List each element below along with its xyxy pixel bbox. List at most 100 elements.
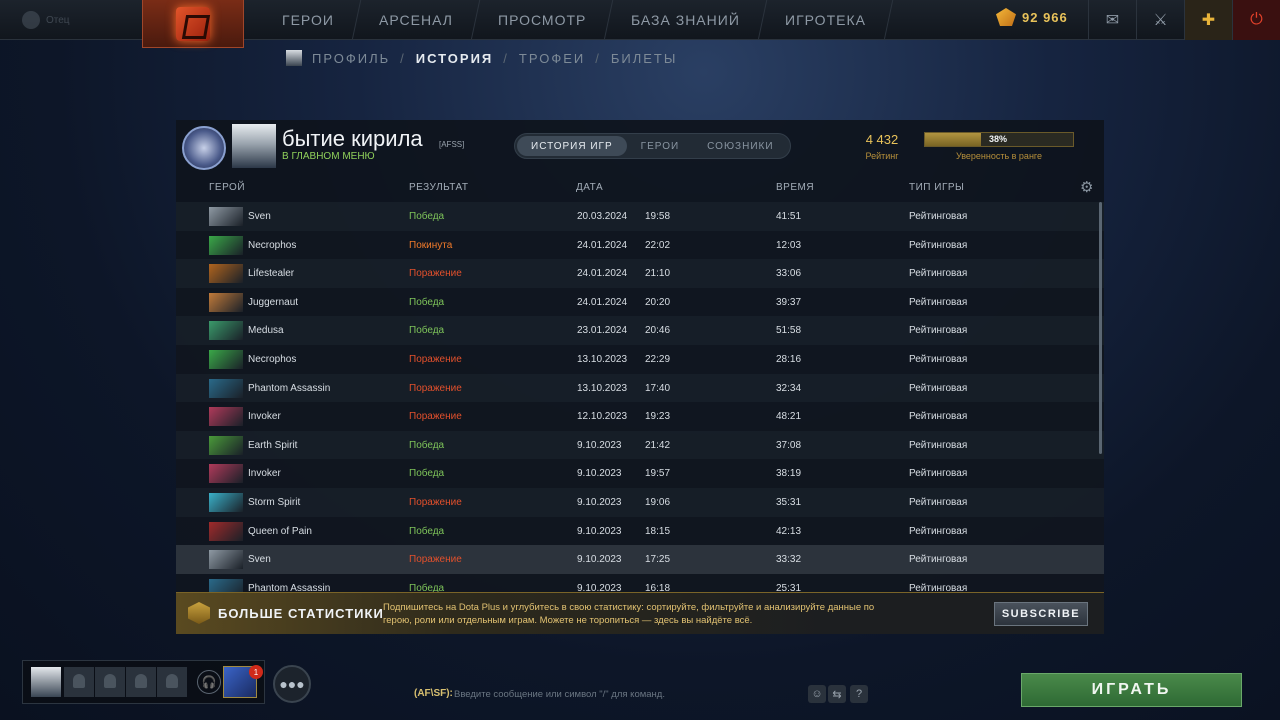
nav-knowledge-base[interactable]: БАЗА ЗНАНИЙ <box>604 0 768 40</box>
top-right-icons: ✉ ⚔ ✚ ⏻ <box>1088 0 1280 40</box>
party-slot-empty[interactable] <box>64 667 94 697</box>
match-duration: 25:31 <box>776 582 802 592</box>
match-duration: 42:13 <box>776 525 802 537</box>
subnav-tickets[interactable]: БИЛЕТЫ <box>611 51 678 66</box>
profile-icon <box>22 11 40 29</box>
match-result: Покинута <box>409 239 453 251</box>
emoji-icon[interactable]: ☺ <box>808 685 826 703</box>
chat-channel[interactable]: (AF\SF): <box>414 688 453 699</box>
armory-icon[interactable]: ⚔ <box>1136 0 1184 40</box>
table-row[interactable]: Sven Победа 20.03.2024 19:58 41:51 Рейтингова… <box>176 202 1104 231</box>
hero-name: Sven <box>248 554 271 566</box>
main-nav: ГЕРОИ АРСЕНАЛ ПРОСМОТР БАЗА ЗНАНИЙ ИГРОТ… <box>255 0 894 40</box>
match-duration: 51:58 <box>776 325 802 337</box>
game-type: Рейтинговая <box>909 411 968 423</box>
nav-arcade[interactable]: ИГРОТЕКА <box>758 0 894 40</box>
confidence-bar: 38% <box>924 132 1074 147</box>
match-date: 13.10.2023 <box>577 354 628 365</box>
subnav-separator: / <box>595 50 601 66</box>
subnav-profile[interactable]: ПРОФИЛЬ <box>312 51 390 66</box>
match-result: Победа <box>409 525 445 537</box>
mini-profile[interactable]: Отец <box>22 10 142 30</box>
hero-portrait-icon <box>209 264 243 284</box>
hero-portrait-icon <box>209 435 243 455</box>
table-row[interactable]: Earth Spirit Победа 9.10.2023 21:42 37:08 Рей… <box>176 430 1104 460</box>
hero-name: Necrophos <box>248 239 297 251</box>
shards-balance[interactable]: 92 966 <box>996 8 1068 26</box>
column-game-type[interactable]: ТИП ИГРЫ <box>909 182 964 193</box>
table-row[interactable]: Necrophos Покинута 24.01.2024 22:02 12:03 Рей… <box>176 230 1104 260</box>
gear-icon[interactable]: ⚙ <box>1080 180 1096 196</box>
match-result: Победа <box>409 439 445 451</box>
rank-medal-icon[interactable] <box>182 126 226 170</box>
party-slot-empty[interactable] <box>126 667 156 697</box>
column-result[interactable]: РЕЗУЛЬТАТ <box>409 182 468 193</box>
nav-heroes[interactable]: ГЕРОИ <box>255 0 362 40</box>
column-time[interactable]: ВРЕМЯ <box>776 182 814 193</box>
match-duration: 28:16 <box>776 354 802 365</box>
dota-plus-icon[interactable]: ✚ <box>1184 0 1232 40</box>
avatar[interactable] <box>232 124 276 168</box>
hero-name: Invoker <box>248 411 281 423</box>
dota-plus-banner: БОЛЬШЕ СТАТИСТИКИ Подпишитесь на Dota Pl… <box>176 592 1104 634</box>
nav-arsenal[interactable]: АРСЕНАЛ <box>352 0 481 40</box>
hero-name: Queen of Pain <box>248 525 312 537</box>
tab-match-history[interactable]: ИСТОРИЯ ИГР <box>517 136 627 156</box>
power-icon[interactable]: ⏻ <box>1232 0 1280 40</box>
table-row[interactable]: Invoker Победа 9.10.2023 19:57 38:19 Рейтинго… <box>176 459 1104 488</box>
shards-icon <box>996 8 1016 26</box>
party-finder-button[interactable]: ●●● <box>273 665 311 703</box>
nav-watch[interactable]: ПРОСМОТР <box>471 0 614 40</box>
table-row[interactable]: Queen of Pain Победа 9.10.2023 18:15 42:13 Ре… <box>176 516 1104 546</box>
game-type: Рейтинговая <box>909 582 968 592</box>
hero-portrait-icon <box>209 207 243 226</box>
party-slot-self[interactable] <box>31 667 61 697</box>
scrollbar[interactable] <box>1099 202 1102 454</box>
table-row[interactable]: Storm Spirit Поражение 9.10.2023 19:06 35:31… <box>176 488 1104 517</box>
shards-value: 92 966 <box>1022 9 1068 25</box>
dota-plus-icon <box>188 602 210 624</box>
chat-input[interactable] <box>454 685 804 703</box>
dota-logo-button[interactable] <box>142 0 244 48</box>
match-date: 9.10.2023 <box>577 439 622 451</box>
player-status: В ГЛАВНОМ МЕНЮ <box>282 151 375 162</box>
table-row[interactable]: Phantom Assassin Поражение 13.10.2023 17:40… <box>176 373 1104 403</box>
tab-heroes[interactable]: ГЕРОИ <box>627 136 694 156</box>
game-type: Рейтинговая <box>909 268 968 280</box>
game-type: Рейтинговая <box>909 325 968 337</box>
subnav-history[interactable]: ИСТОРИЯ <box>416 51 494 66</box>
confidence-percent: 38% <box>989 134 1008 144</box>
game-type: Рейтинговая <box>909 239 968 251</box>
column-hero[interactable]: ГЕРОЙ <box>209 182 245 193</box>
party-slot-empty[interactable] <box>95 667 125 697</box>
player-name: бытие кирила <box>282 126 423 151</box>
hero-name: Lifestealer <box>248 268 295 280</box>
match-history-panel: бытие кирила [AFSS] В ГЛАВНОМ МЕНЮ ИСТОР… <box>176 120 1104 634</box>
profile-subnav: ПРОФИЛЬ / ИСТОРИЯ / ТРОФЕИ / БИЛЕТЫ <box>286 50 677 66</box>
column-date[interactable]: ДАТА <box>576 182 603 193</box>
table-row[interactable]: Necrophos Поражение 13.10.2023 22:29 28:16 Ре… <box>176 345 1104 374</box>
match-duration: 41:51 <box>776 211 802 222</box>
table-row[interactable]: Invoker Поражение 12.10.2023 19:23 48:21 Рейт… <box>176 402 1104 431</box>
hero-name: Medusa <box>248 325 284 337</box>
mail-icon[interactable]: ✉ <box>1088 0 1136 40</box>
help-icon[interactable]: ? <box>850 685 868 703</box>
match-start-time: 16:18 <box>645 582 671 592</box>
subnav-trophies[interactable]: ТРОФЕИ <box>519 51 585 66</box>
table-row[interactable]: Medusa Победа 23.01.2024 20:46 51:58 Рейтинго… <box>176 316 1104 345</box>
chat-bar: (AF\SF): ☺ ⇆ ? <box>406 683 872 705</box>
subscribe-button[interactable]: SUBSCRIBE <box>994 602 1088 626</box>
match-result: Победа <box>409 582 445 592</box>
play-button[interactable]: ИГРАТЬ <box>1021 673 1242 707</box>
headset-icon[interactable]: 🎧 <box>197 670 221 694</box>
table-row[interactable]: Sven Поражение 9.10.2023 17:25 33:32 Рейтинго… <box>176 545 1104 574</box>
table-row[interactable]: Lifestealer Поражение 24.01.2024 21:10 33:06… <box>176 259 1104 288</box>
party-slot-empty[interactable] <box>157 667 187 697</box>
table-row[interactable]: Phantom Assassin Победа 9.10.2023 16:18 25:3… <box>176 573 1104 592</box>
match-duration: 12:03 <box>776 239 802 251</box>
chat-wheel-icon[interactable]: ⇆ <box>828 685 846 703</box>
match-list: Sven Победа 20.03.2024 19:58 41:51 Рейтингова… <box>176 202 1104 592</box>
match-result: Поражение <box>409 497 462 508</box>
tab-allies[interactable]: СОЮЗНИКИ <box>693 136 787 156</box>
table-row[interactable]: Juggernaut Победа 24.01.2024 20:20 39:37 Рейт… <box>176 287 1104 317</box>
